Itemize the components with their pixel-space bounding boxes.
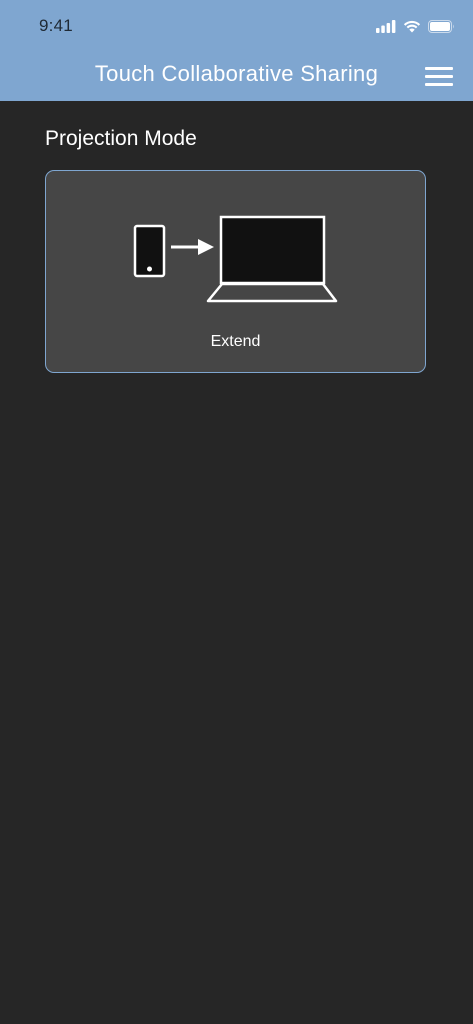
- top-bar: 9:41 Touch Collaborative Sharing: [0, 0, 473, 101]
- status-time: 9:41: [39, 16, 73, 35]
- hamburger-menu-icon[interactable]: [425, 64, 455, 88]
- extend-mode-card[interactable]: Extend: [45, 170, 426, 373]
- wifi-icon: [403, 20, 421, 32]
- app-title: Touch Collaborative Sharing: [94, 61, 379, 86]
- phone-to-laptop-icon: [133, 215, 338, 303]
- status-icons: [376, 17, 455, 35]
- mode-label: Extend: [210, 333, 261, 350]
- signal-icon: [376, 19, 396, 33]
- battery-icon: [428, 19, 454, 33]
- section-title: Projection Mode: [45, 127, 197, 150]
